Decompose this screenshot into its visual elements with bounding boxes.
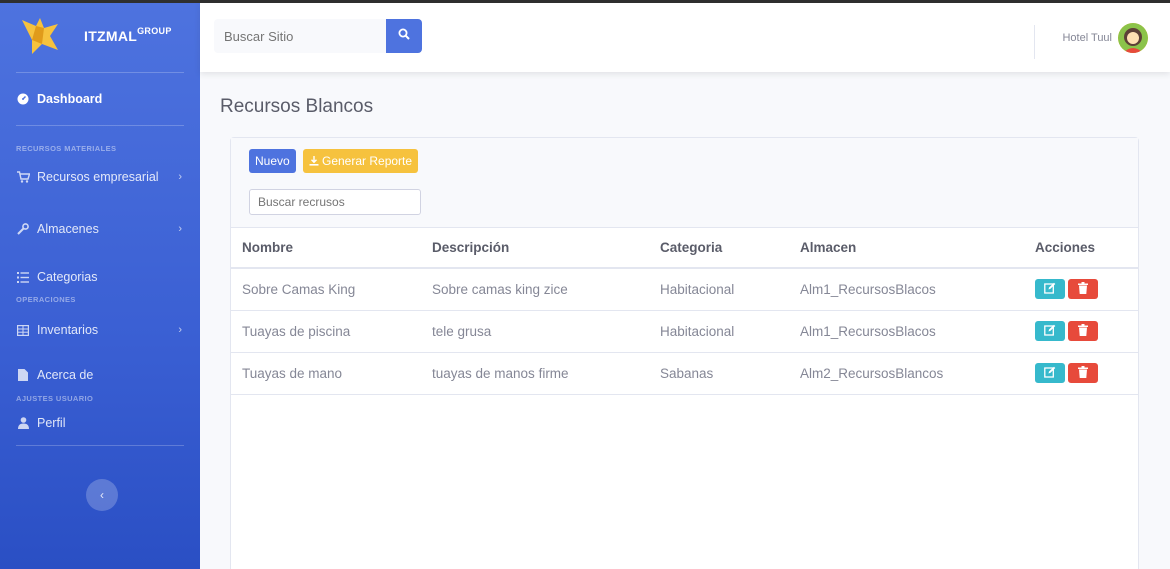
- cell-almacen: Alm2_RecursosBlancos: [789, 352, 1024, 395]
- edit-icon: [1044, 366, 1056, 381]
- cart-icon: [16, 170, 30, 184]
- column-header-nombre[interactable]: Nombre: [231, 228, 421, 269]
- resources-table: Nombre Descripción Categoria Almacen Acc…: [231, 228, 1138, 395]
- cell-almacen: Alm1_RecursosBlacos: [789, 268, 1024, 311]
- top-border: [0, 0, 1170, 3]
- topbar-divider: [1034, 25, 1035, 59]
- chevron-left-icon: ‹: [100, 488, 104, 502]
- site-search-button[interactable]: [386, 19, 422, 53]
- user-name: Hotel Tuul: [1062, 32, 1112, 44]
- sidebar-item-dashboard[interactable]: Dashboard: [0, 73, 200, 125]
- site-search-input[interactable]: [214, 19, 386, 53]
- column-header-acciones: Acciones: [1024, 228, 1138, 269]
- trash-icon: [1078, 281, 1088, 297]
- cell-acciones: [1024, 268, 1138, 311]
- wrench-icon: [16, 222, 30, 236]
- table-row: Sobre Camas King Sobre camas king zice H…: [231, 268, 1138, 311]
- edit-icon: [1044, 324, 1056, 339]
- cell-acciones: [1024, 352, 1138, 395]
- trash-icon: [1078, 323, 1088, 339]
- delete-button[interactable]: [1068, 321, 1098, 341]
- table-icon: [16, 323, 30, 337]
- sidebar-item-label: Acerca de: [37, 368, 94, 382]
- trash-icon: [1078, 365, 1088, 381]
- sidebar-item-label: Recursos empresarial: [37, 170, 159, 184]
- edit-icon: [1044, 282, 1056, 297]
- brand-name: ITZMALGROUP: [84, 26, 172, 44]
- site-search: [214, 19, 422, 53]
- edit-button[interactable]: [1035, 321, 1065, 341]
- search-icon: [398, 27, 410, 45]
- cell-categoria: Habitacional: [649, 268, 789, 311]
- table-header-row: Nombre Descripción Categoria Almacen Acc…: [231, 228, 1138, 269]
- topbar: Hotel Tuul: [200, 3, 1170, 72]
- download-icon: [309, 156, 319, 166]
- document-icon: [16, 368, 30, 382]
- new-button[interactable]: Nuevo: [249, 149, 296, 173]
- user-menu[interactable]: Hotel Tuul: [1062, 23, 1148, 53]
- sidebar-item-label: Perfil: [37, 416, 66, 430]
- sidebar-heading-settings: AJUSTES USUARIO: [16, 394, 94, 403]
- user-icon: [16, 416, 30, 430]
- cell-nombre: Tuayas de mano: [231, 352, 421, 395]
- chevron-right-icon: ›: [178, 171, 182, 183]
- card-header: Nuevo Generar Reporte: [231, 138, 1138, 228]
- delete-button[interactable]: [1068, 363, 1098, 383]
- edit-button[interactable]: [1035, 279, 1065, 300]
- cell-nombre: Sobre Camas King: [231, 268, 421, 311]
- column-header-categoria[interactable]: Categoria: [649, 228, 789, 269]
- sidebar-item-recursos[interactable]: Recursos empresarial ›: [0, 157, 200, 197]
- sidebar-item-label: Almacenes: [37, 222, 99, 236]
- resource-search-input[interactable]: [249, 189, 421, 215]
- cell-categoria: Sabanas: [649, 352, 789, 395]
- chevron-right-icon: ›: [178, 223, 182, 235]
- cell-almacen: Alm1_RecursosBlacos: [789, 310, 1024, 353]
- sidebar-divider: [16, 445, 184, 446]
- list-icon: [16, 270, 30, 284]
- sidebar-item-perfil[interactable]: Perfil: [0, 407, 200, 439]
- sidebar-toggle-button[interactable]: ‹: [86, 479, 118, 511]
- cell-descripcion: tele grusa: [421, 310, 649, 353]
- column-header-almacen[interactable]: Almacen: [789, 228, 1024, 269]
- generate-report-button[interactable]: Generar Reporte: [303, 149, 419, 173]
- sidebar-heading-operations: OPERACIONES: [16, 295, 76, 304]
- sidebar-item-inventarios[interactable]: Inventarios ›: [0, 310, 200, 350]
- chevron-right-icon: ›: [178, 324, 182, 336]
- cell-acciones: [1024, 310, 1138, 353]
- resources-card: Nuevo Generar Reporte Nombre Descripción…: [230, 137, 1139, 569]
- delete-button[interactable]: [1068, 279, 1098, 300]
- page-title: Recursos Blancos: [220, 96, 374, 117]
- table-row: Tuayas de mano tuayas de manos firme Sab…: [231, 352, 1138, 395]
- sidebar-item-almacenes[interactable]: Almacenes ›: [0, 209, 200, 249]
- cell-descripcion: tuayas de manos firme: [421, 352, 649, 395]
- avatar: [1118, 23, 1148, 53]
- sidebar-item-categorias[interactable]: Categorias: [0, 261, 200, 293]
- sidebar-item-label: Dashboard: [37, 92, 103, 106]
- sidebar-item-acerca[interactable]: Acerca de: [0, 358, 200, 392]
- cell-descripcion: Sobre camas king zice: [421, 268, 649, 311]
- edit-button[interactable]: [1035, 363, 1065, 383]
- sidebar-item-label: Categorias: [37, 270, 98, 284]
- column-header-descripcion[interactable]: Descripción: [421, 228, 649, 269]
- table-row: Tuayas de piscina tele grusa Habitaciona…: [231, 310, 1138, 353]
- cell-categoria: Habitacional: [649, 310, 789, 353]
- sidebar-heading-materials: RECURSOS MATERIALES: [16, 144, 117, 153]
- sidebar: ITZMALGROUP Dashboard RECURSOS MATERIALE…: [0, 0, 200, 569]
- generate-report-label: Generar Reporte: [322, 154, 413, 168]
- cell-nombre: Tuayas de piscina: [231, 310, 421, 353]
- brand-logo-icon: [18, 16, 62, 56]
- brand[interactable]: ITZMALGROUP: [0, 0, 200, 72]
- dashboard-icon: [16, 92, 30, 106]
- sidebar-item-label: Inventarios: [37, 323, 99, 337]
